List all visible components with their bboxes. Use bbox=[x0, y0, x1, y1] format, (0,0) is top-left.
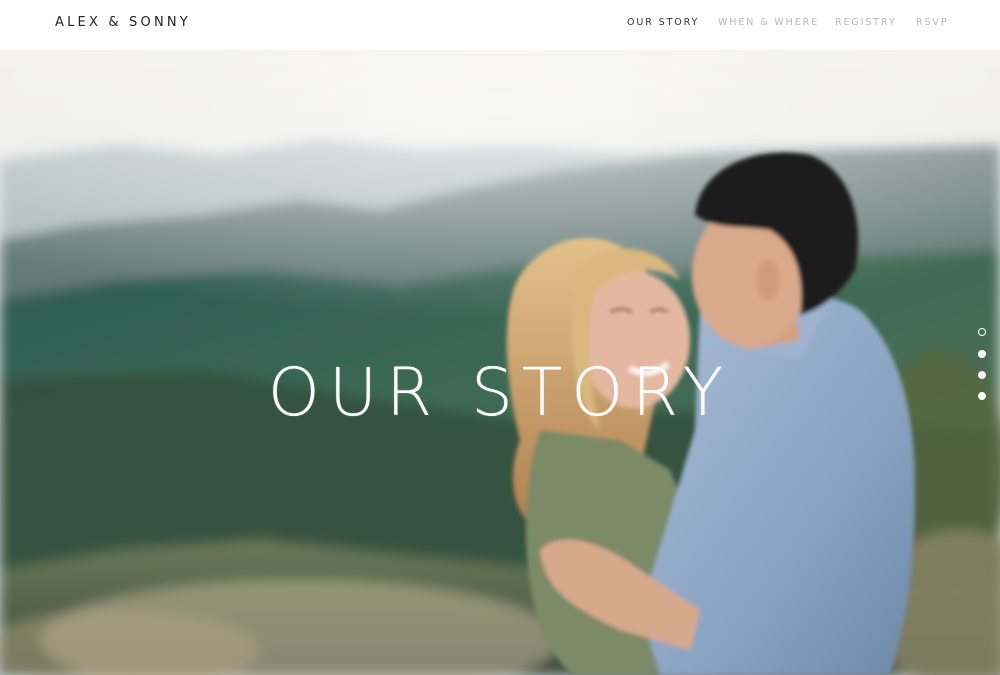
nav-item-registry[interactable]: REGISTRY bbox=[835, 17, 897, 28]
section-dot-1[interactable] bbox=[978, 328, 986, 336]
nav-item-rsvp[interactable]: RSVP bbox=[916, 17, 948, 28]
nav-item-our-story[interactable]: OUR STORY bbox=[627, 17, 699, 28]
main-nav: OUR STORY WHEN & WHERE REGISTRY RSVP bbox=[0, 17, 1000, 31]
section-dot-2[interactable] bbox=[978, 350, 986, 358]
section-dot-nav bbox=[976, 326, 988, 406]
hero-title: OUR STORY bbox=[267, 354, 733, 431]
hero-section: OUR STORY bbox=[0, 50, 1000, 675]
nav-item-when-where[interactable]: WHEN & WHERE bbox=[718, 17, 819, 28]
top-navigation-bar: ALEX & SONNY OUR STORY WHEN & WHERE REGI… bbox=[0, 0, 1000, 50]
section-dot-3[interactable] bbox=[978, 371, 986, 379]
section-dot-4[interactable] bbox=[978, 392, 986, 400]
